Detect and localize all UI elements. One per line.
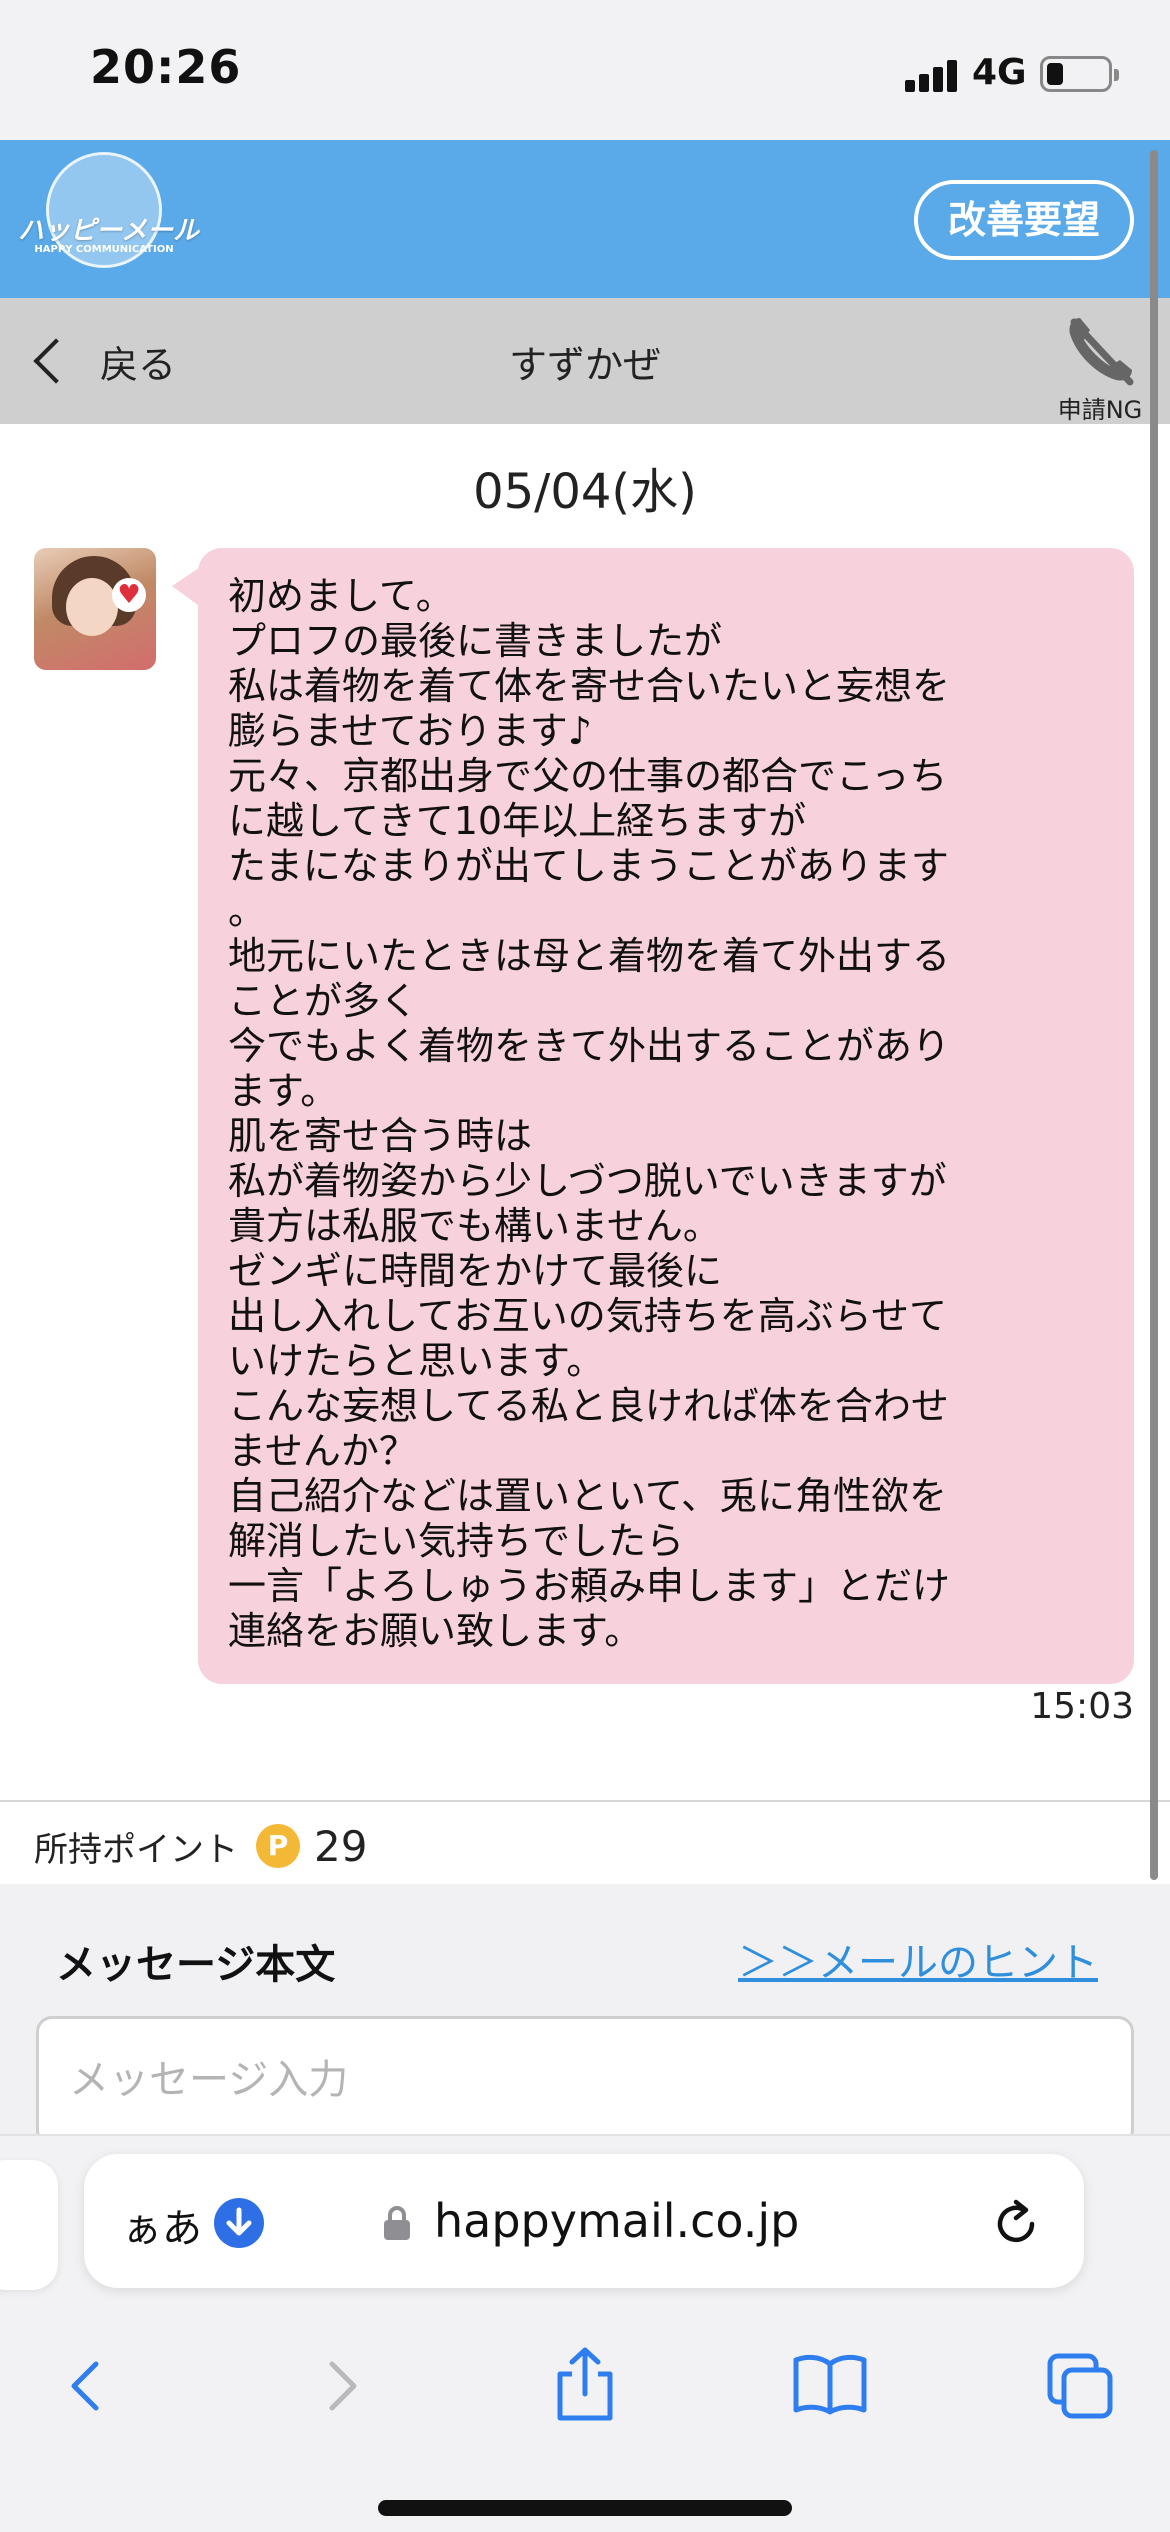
message-line: 今でもよく着物をきて外出することがあり (228, 1024, 951, 1068)
mail-hint-link[interactable]: ＞＞メールのヒント (738, 1930, 1098, 1988)
message-text: 初めまして。 プロフの最後に書きましたが 私は着物を着て体を寄せ合いたいと妄想を 膨ら… (228, 574, 1128, 1654)
points-row: 所持ポイント P 29 (34, 1816, 367, 1876)
network-type: 4G (972, 52, 1027, 93)
message-line: 解消したい気持ちでしたら (228, 1519, 685, 1563)
app-header: ハッピーメール HAPPY COMMUNICATION 改善要望 (0, 140, 1170, 298)
message-input-placeholder: メッセージ入力 (69, 2057, 349, 2103)
message-line: 地元にいたときは母と着物を着て外出する (228, 934, 951, 978)
share-icon[interactable] (550, 2346, 620, 2422)
forward-arrow-icon[interactable] (310, 2356, 370, 2416)
message-line: 初めまして。 (228, 574, 454, 618)
cellular-signal-icon (905, 56, 965, 92)
feedback-button[interactable]: 改善要望 (914, 180, 1134, 260)
message-line: 出し入れしてお互いの気持ちを高ぶらせて (228, 1294, 947, 1338)
address-bar[interactable]: ぁあ happymail.co.jp (84, 2154, 1084, 2288)
ng-label: 申請NG (1057, 396, 1143, 424)
message-line: 元々、京都出身で父の仕事の都合でこっち (228, 754, 948, 798)
phone-off-icon (1069, 318, 1134, 386)
bookmarks-icon[interactable] (792, 2352, 868, 2416)
back-button[interactable]: 戻る (26, 324, 176, 398)
conversation-nav-bar: 戻る すずかぜ 申請NG (0, 298, 1170, 424)
message-time: 15:03 (1030, 1686, 1134, 1727)
happymail-logo[interactable]: ハッピーメール HAPPY COMMUNICATION (18, 152, 199, 286)
tabs-icon[interactable] (1044, 2350, 1116, 2422)
message-line: に越してきて10年以上経ちますが (228, 799, 807, 843)
message-line: 。 (228, 889, 267, 933)
message-line: ことが多く (228, 979, 419, 1023)
message-line: 貴方は私服でも構いません。 (228, 1204, 721, 1248)
lock-icon (384, 2206, 410, 2240)
message-line: いけたらと思います。 (228, 1339, 605, 1383)
message-line: 膨らませております♪ (228, 709, 592, 753)
previous-tab-peek[interactable] (0, 2160, 58, 2290)
status-bar: 20:26 4G (0, 0, 1170, 140)
point-coin-icon: P (256, 1824, 300, 1868)
message-line: 自己紹介などは置いといて、兎に角性欲を (228, 1474, 947, 1518)
logo-text: ハッピーメール (18, 216, 199, 246)
message-date: 05/04(水) (473, 464, 697, 520)
chevron-left-icon (33, 338, 79, 384)
message-line: 一言「よろしゅうお頼み申します」とだけ (228, 1564, 951, 1608)
browser-toolbar (0, 2326, 1170, 2446)
message-input[interactable]: メッセージ入力 (36, 2016, 1134, 2146)
status-time: 20:26 (90, 40, 242, 94)
reload-icon[interactable] (986, 2194, 1046, 2254)
message-line: ませんか？ (228, 1429, 417, 1473)
message-line: プロフの最後に書きましたが (228, 619, 723, 663)
message-line: 私は着物を着て体を寄せ合いたいと妄想を (228, 664, 951, 708)
message-line: 肌を寄せ合う時は (228, 1114, 533, 1158)
download-icon[interactable] (214, 2198, 264, 2248)
home-indicator[interactable] (378, 2500, 792, 2516)
browser-chrome: ぁあ happymail.co.jp (0, 2134, 1170, 2532)
composer-title: メッセージ本文 (56, 1942, 336, 1988)
logo-subtitle: HAPPY COMMUNICATION (34, 244, 174, 255)
message-composer: メッセージ本文 ＞＞メールのヒント メッセージ入力 (0, 1884, 1170, 2146)
points-label: 所持ポイント (34, 1829, 238, 1870)
scrollbar[interactable] (1150, 150, 1158, 1880)
partner-name: すずかぜ (508, 343, 661, 387)
points-value: 29 (314, 1821, 368, 1871)
battery-icon (1040, 56, 1119, 92)
message-line: ます。 (228, 1069, 339, 1113)
avatar[interactable]: ♥ (34, 548, 156, 670)
message-line: 私が着物姿から少しづつ脱いでいきますが (228, 1159, 947, 1203)
divider (0, 1800, 1170, 1802)
back-label: 戻る (100, 342, 177, 387)
url-text[interactable]: happymail.co.jp (434, 2194, 799, 2248)
message-line: 連絡をお願い致します。 (228, 1609, 643, 1653)
message-line: こんな妄想してる私と良ければ体を合わせ (228, 1384, 949, 1428)
reader-settings-button[interactable]: ぁあ (122, 2196, 202, 2254)
heart-icon: ♥ (112, 578, 146, 612)
message-line: たまになまりが出てしまうことがあります (228, 844, 949, 888)
back-arrow-icon[interactable] (58, 2356, 118, 2416)
message-line: ゼンギに時間をかけて最後に (228, 1249, 723, 1293)
call-ng-button[interactable]: 申請NG (1040, 310, 1160, 424)
